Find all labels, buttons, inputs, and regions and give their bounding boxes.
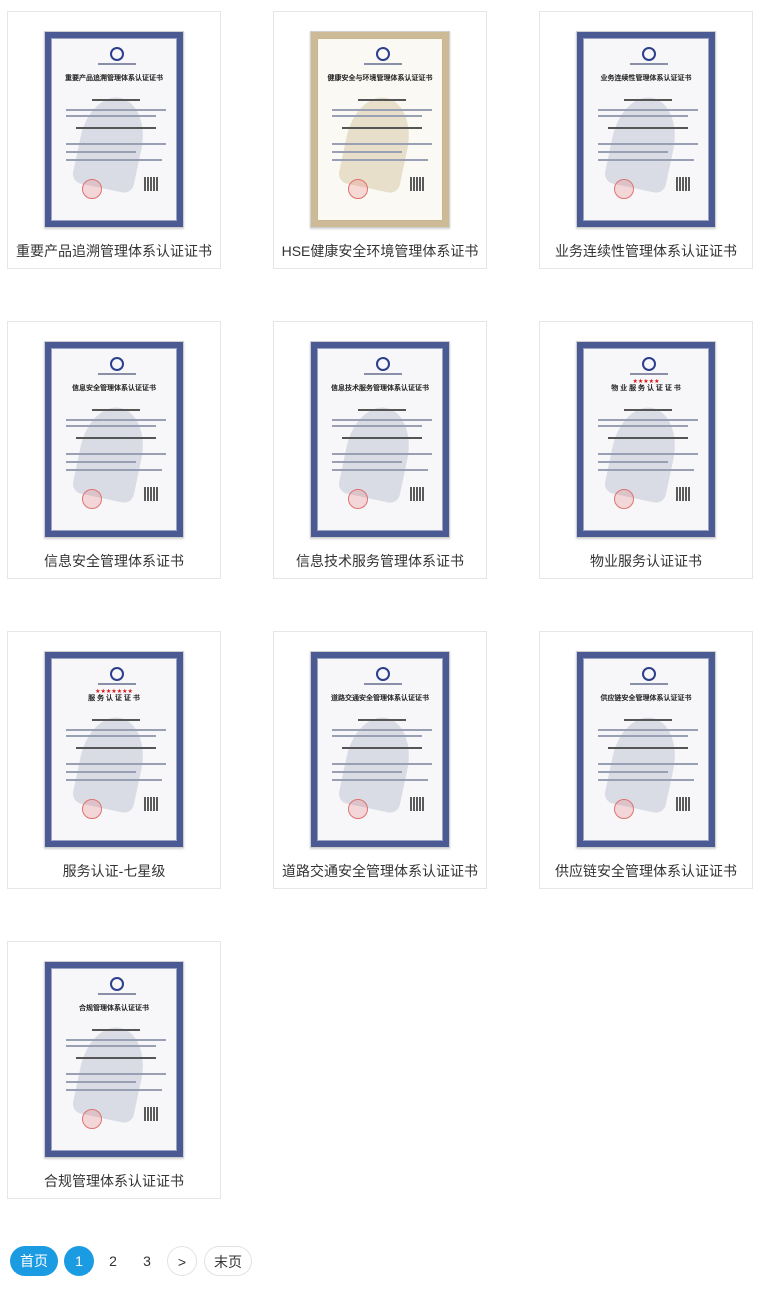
certificate-card[interactable]: 信息安全管理体系认证证书 信息安全管理体系证书 <box>7 321 221 579</box>
certificate-card[interactable]: ★★★★★ 物 业 服 务 认 证 证 书 物业服务认证证书 <box>539 321 753 579</box>
certificate-image[interactable]: 道路交通安全管理体系认证证书 <box>310 651 450 848</box>
first-page-button[interactable]: 首页 <box>10 1246 58 1276</box>
certification-logo-icon <box>110 667 124 681</box>
qr-code-icon <box>410 797 424 811</box>
certificate-card[interactable]: 重要产品追溯管理体系认证证书 重要产品追溯管理体系认证证书 <box>7 11 221 269</box>
certificate-heading: 服 务 认 证 证 书 <box>88 695 140 702</box>
seal-icon <box>348 489 368 509</box>
certificate-heading: 物 业 服 务 认 证 证 书 <box>611 385 681 392</box>
page-2-button[interactable]: 2 <box>102 1246 124 1276</box>
seal-icon <box>348 799 368 819</box>
qr-code-icon <box>144 177 158 191</box>
certificate-card[interactable]: 信息技术服务管理体系认证证书 信息技术服务管理体系证书 <box>273 321 487 579</box>
certification-logo-icon <box>376 357 390 371</box>
seal-icon <box>82 1109 102 1129</box>
certificate-caption[interactable]: 业务连续性管理体系认证证书 <box>540 242 752 260</box>
certificate-caption[interactable]: 供应链安全管理体系认证证书 <box>540 862 752 880</box>
certificate-card[interactable]: ★★★★★★★ 服 务 认 证 证 书 服务认证-七星级 <box>7 631 221 889</box>
qr-code-icon <box>410 177 424 191</box>
certificate-card[interactable]: 业务连续性管理体系认证证书 业务连续性管理体系认证证书 <box>539 11 753 269</box>
certification-logo-icon <box>376 667 390 681</box>
qr-code-icon <box>410 487 424 501</box>
seal-icon <box>614 179 634 199</box>
certificate-image[interactable]: 健康安全与环境管理体系认证证书 <box>310 31 450 228</box>
certificate-heading: 信息技术服务管理体系认证证书 <box>331 385 429 392</box>
qr-code-icon <box>144 797 158 811</box>
certificate-image[interactable]: ★★★★★ 物 业 服 务 认 证 证 书 <box>576 341 716 538</box>
certificate-caption[interactable]: 物业服务认证证书 <box>540 552 752 570</box>
seal-icon <box>348 179 368 199</box>
certification-logo-icon <box>376 47 390 61</box>
seal-icon <box>82 179 102 199</box>
seal-icon <box>614 799 634 819</box>
qr-code-icon <box>676 177 690 191</box>
seal-icon <box>614 489 634 509</box>
certificate-heading: 健康安全与环境管理体系认证证书 <box>327 75 433 82</box>
certificate-heading: 供应链安全管理体系认证证书 <box>600 695 692 702</box>
qr-code-icon <box>144 487 158 501</box>
certification-logo-icon <box>110 977 124 991</box>
certification-logo-icon <box>110 357 124 371</box>
page-1-button[interactable]: 1 <box>64 1246 94 1276</box>
qr-code-icon <box>676 487 690 501</box>
certificate-image[interactable]: 业务连续性管理体系认证证书 <box>576 31 716 228</box>
certificate-card[interactable]: 道路交通安全管理体系认证证书 道路交通安全管理体系认证证书 <box>273 631 487 889</box>
certificate-image[interactable]: ★★★★★★★ 服 务 认 证 证 书 <box>44 651 184 848</box>
seal-icon <box>82 489 102 509</box>
certificate-heading: 信息安全管理体系认证证书 <box>72 385 156 392</box>
certificate-image[interactable]: 信息技术服务管理体系认证证书 <box>310 341 450 538</box>
certification-logo-icon <box>642 47 656 61</box>
certificate-card[interactable]: 供应链安全管理体系认证证书 供应链安全管理体系认证证书 <box>539 631 753 889</box>
qr-code-icon <box>676 797 690 811</box>
seal-icon <box>82 799 102 819</box>
certification-logo-icon <box>642 667 656 681</box>
certificate-card[interactable]: 健康安全与环境管理体系认证证书 HSE健康安全环境管理体系证书 <box>273 11 487 269</box>
certificate-image[interactable]: 合规管理体系认证证书 <box>44 961 184 1158</box>
certificate-image[interactable]: 重要产品追溯管理体系认证证书 <box>44 31 184 228</box>
certificate-caption[interactable]: 合规管理体系认证证书 <box>8 1172 220 1190</box>
qr-code-icon <box>144 1107 158 1121</box>
page-3-button[interactable]: 3 <box>136 1246 158 1276</box>
certificate-card[interactable]: 合规管理体系认证证书 合规管理体系认证证书 <box>7 941 221 1199</box>
certification-logo-icon <box>110 47 124 61</box>
certificate-caption[interactable]: 服务认证-七星级 <box>8 862 220 880</box>
certificate-heading: 重要产品追溯管理体系认证证书 <box>65 75 163 82</box>
certificate-heading: 合规管理体系认证证书 <box>79 1005 149 1012</box>
certificate-caption[interactable]: 重要产品追溯管理体系认证证书 <box>8 242 220 260</box>
certificate-image[interactable]: 供应链安全管理体系认证证书 <box>576 651 716 848</box>
certificate-image[interactable]: 信息安全管理体系认证证书 <box>44 341 184 538</box>
certificate-heading: 道路交通安全管理体系认证证书 <box>331 695 429 702</box>
certificate-caption[interactable]: 信息安全管理体系证书 <box>8 552 220 570</box>
certificate-caption[interactable]: 信息技术服务管理体系证书 <box>274 552 486 570</box>
certificate-caption[interactable]: HSE健康安全环境管理体系证书 <box>274 242 486 260</box>
certificate-heading: 业务连续性管理体系认证证书 <box>600 75 692 82</box>
certificate-caption[interactable]: 道路交通安全管理体系认证证书 <box>274 862 486 880</box>
next-page-button[interactable]: > <box>167 1246 197 1276</box>
certification-logo-icon <box>642 357 656 371</box>
last-page-button[interactable]: 末页 <box>204 1246 252 1276</box>
